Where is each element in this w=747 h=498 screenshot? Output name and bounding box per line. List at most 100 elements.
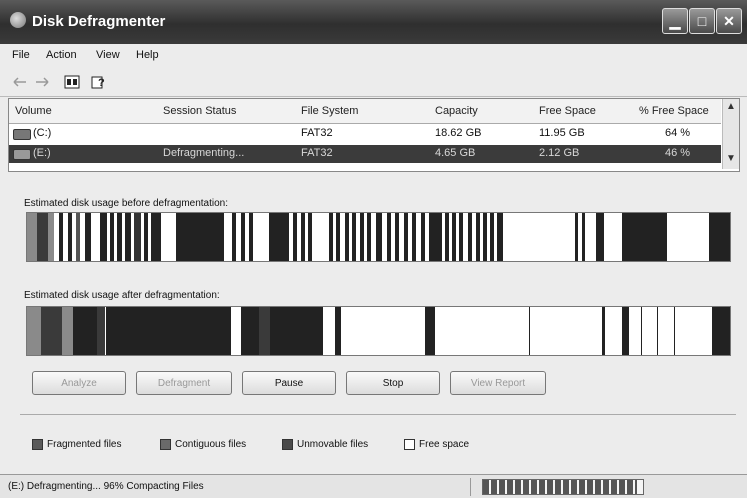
file-system: FAT32 <box>301 127 333 139</box>
col-file-system[interactable]: File System <box>301 99 359 124</box>
cluster-segment <box>575 213 578 261</box>
back-button[interactable] <box>12 74 28 90</box>
cluster-segment <box>425 307 435 355</box>
volume-list: Volume Session Status File System Capaci… <box>8 98 740 172</box>
view-report-button[interactable]: View Report <box>450 371 546 395</box>
col-volume[interactable]: Volume <box>15 99 52 124</box>
cluster-segment <box>429 213 442 261</box>
cluster-segment <box>352 213 356 261</box>
col-percent-free[interactable]: % Free Space <box>639 99 709 124</box>
cluster-segment <box>476 213 480 261</box>
disk-defragmenter-window: Disk Defragmenter ▁ □ ✕ File Action View… <box>0 0 747 498</box>
cluster-segment <box>110 213 114 261</box>
cluster-segment <box>452 213 456 261</box>
status-divider <box>470 478 471 496</box>
cluster-segment <box>459 213 463 261</box>
cluster-segment <box>412 213 416 261</box>
cluster-segment <box>468 213 472 261</box>
volume-list-header: Volume Session Status File System Capaci… <box>9 99 721 124</box>
window-title: Disk Defragmenter <box>32 13 166 30</box>
analyze-button[interactable]: Analyze <box>32 371 126 395</box>
cluster-segment <box>27 213 37 261</box>
stop-button[interactable]: Stop <box>346 371 440 395</box>
close-button[interactable]: ✕ <box>716 8 742 34</box>
cluster-segment <box>497 213 503 261</box>
cluster-segment <box>97 307 105 355</box>
cluster-segment <box>345 213 349 261</box>
col-session-status[interactable]: Session Status <box>163 99 237 124</box>
cluster-segment <box>301 213 305 261</box>
cluster-segment <box>144 213 148 261</box>
before-label: Estimated disk usage before defragmentat… <box>24 198 229 209</box>
vertical-scrollbar[interactable]: ▲ ▼ <box>722 99 739 169</box>
scroll-down-icon[interactable]: ▼ <box>726 153 736 164</box>
cluster-segment <box>232 213 236 261</box>
disk-usage-before-bar <box>26 212 731 262</box>
menu-file[interactable]: File <box>12 49 30 61</box>
cluster-segment <box>387 213 391 261</box>
progress-bar <box>482 479 644 495</box>
cluster-segment <box>151 213 161 261</box>
cluster-segment <box>421 213 425 261</box>
progress-fill <box>483 480 637 494</box>
contiguous-swatch <box>160 438 171 450</box>
free-space: 11.95 GB <box>539 127 585 139</box>
col-free-space[interactable]: Free Space <box>539 99 596 124</box>
cluster-segment <box>117 213 122 261</box>
scroll-up-icon[interactable]: ▲ <box>726 101 736 112</box>
toolbar: ? <box>0 68 747 97</box>
unmovable-swatch <box>282 438 293 450</box>
forward-button[interactable] <box>34 74 50 90</box>
cluster-segment <box>360 213 364 261</box>
status-text: (E:) Defragmenting... 96% Compacting Fil… <box>8 481 204 492</box>
title-bar: Disk Defragmenter ▁ □ ✕ <box>0 0 747 44</box>
drive-icon <box>13 129 31 140</box>
free-space: 2.12 GB <box>539 147 580 159</box>
volume-row-e[interactable]: (E:) Defragmenting... FAT32 4.65 GB 2.12… <box>9 145 721 163</box>
maximize-icon: □ <box>697 13 707 29</box>
legend-contiguous: Contiguous files <box>160 437 246 451</box>
cluster-segment <box>76 213 80 261</box>
minimize-button[interactable]: ▁ <box>662 8 688 34</box>
help-button[interactable]: ? <box>88 74 108 90</box>
cluster-segment <box>404 213 408 261</box>
cluster-segment <box>269 213 289 261</box>
cluster-segment <box>622 213 667 261</box>
cluster-segment <box>293 213 297 261</box>
app-icon <box>10 12 26 28</box>
percent-free: 64 % <box>665 127 691 139</box>
menu-help[interactable]: Help <box>136 49 159 61</box>
cluster-segment <box>395 213 399 261</box>
free-space-swatch <box>404 438 415 450</box>
cluster-segment <box>68 213 72 261</box>
maximize-button[interactable]: □ <box>689 8 715 34</box>
cluster-segment <box>134 213 141 261</box>
cluster-segment <box>367 213 371 261</box>
volume-name: (C:) <box>33 127 52 139</box>
col-capacity[interactable]: Capacity <box>435 99 478 124</box>
properties-icon <box>64 75 80 89</box>
fragmented-swatch <box>32 438 43 450</box>
legend-label: Free space <box>419 438 470 450</box>
cluster-segment <box>336 213 340 261</box>
cluster-segment <box>308 213 312 261</box>
cluster-segment <box>657 307 658 355</box>
menu-action[interactable]: Action <box>46 49 77 61</box>
cluster-segment <box>48 213 54 261</box>
defragment-button[interactable]: Defragment <box>136 371 232 395</box>
legend-free-space: Free space <box>404 437 469 451</box>
legend-label: Unmovable files <box>297 438 369 450</box>
cluster-segment <box>37 213 48 261</box>
volume-row-c[interactable]: (C:) FAT32 18.62 GB 11.95 GB 64 % <box>9 125 721 143</box>
status-bar: (E:) Defragmenting... 96% Compacting Fil… <box>0 474 747 498</box>
cluster-segment <box>259 307 270 355</box>
cluster-segment <box>241 213 245 261</box>
cluster-segment <box>602 307 605 355</box>
cluster-segment <box>59 213 63 261</box>
menu-view[interactable]: View <box>96 49 120 61</box>
cluster-segment <box>176 213 224 261</box>
cluster-segment <box>41 307 62 355</box>
properties-button[interactable] <box>62 74 82 90</box>
cluster-segment <box>376 213 382 261</box>
pause-button[interactable]: Pause <box>242 371 336 395</box>
